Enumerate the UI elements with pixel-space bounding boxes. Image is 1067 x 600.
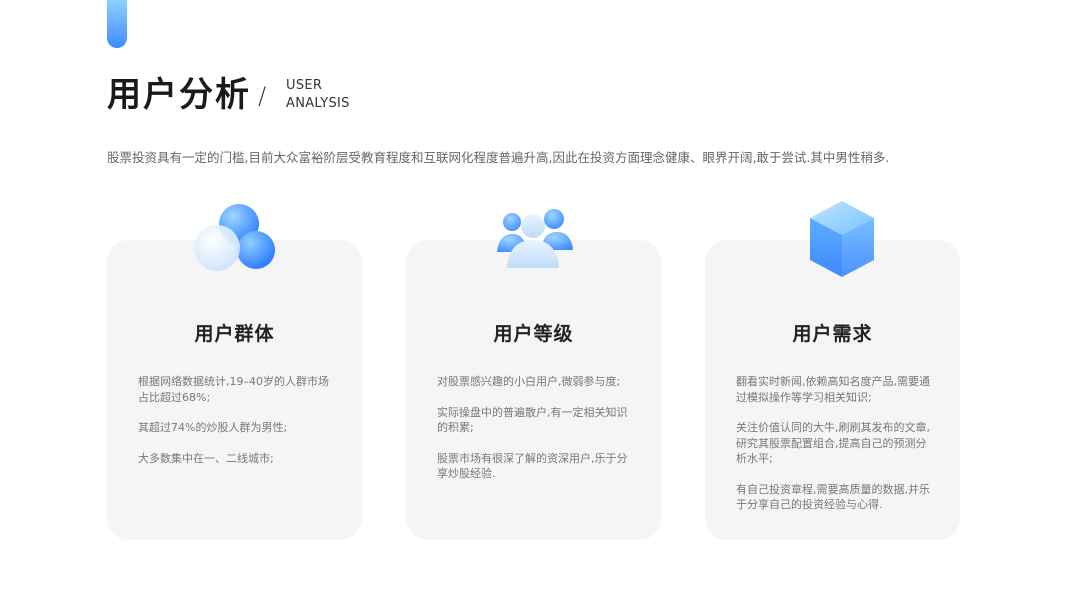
subtitle-line-1: USER bbox=[286, 78, 323, 93]
card-item: 股票市场有很深了解的资深用户,乐于分享炒股经验. bbox=[437, 451, 628, 481]
card-body: 对股票感兴趣的小白用户,微弱参与度; 实际操盘中的普遍散户,有一定相关知识的积累… bbox=[437, 374, 635, 497]
user-group-icon bbox=[495, 206, 575, 272]
card-item: 对股票感兴趣的小白用户,微弱参与度; bbox=[437, 375, 621, 388]
card-title: 用户需求 bbox=[792, 323, 873, 345]
card-title: 用户群体 bbox=[194, 323, 275, 345]
page-title: 用户分析 bbox=[107, 75, 251, 115]
title-separator: / bbox=[258, 82, 267, 110]
card-item: 根据网络数据统计,19–40岁的人群市场占比超过68%; bbox=[138, 375, 329, 404]
card-body: 根据网络数据统计,19–40岁的人群市场占比超过68%; 其超过74%的炒股人群… bbox=[138, 374, 336, 481]
card-item: 翻看实时新闻,依赖高知名度产品,需要通过模拟操作等学习相关知识; bbox=[736, 375, 930, 404]
slide: 用户分析 / USER ANALYSIS 股票投资具有一定的门槛,目前大众富裕阶… bbox=[0, 0, 1067, 600]
cube-icon bbox=[806, 199, 878, 279]
card-body: 翻看实时新闻,依赖高知名度产品,需要通过模拟操作等学习相关知识; 关注价值认同的… bbox=[736, 374, 934, 528]
card-user-group: 用户群体 根据网络数据统计,19–40岁的人群市场占比超过68%; 其超过74%… bbox=[107, 240, 362, 540]
card-user-level: 用户等级 对股票感兴趣的小白用户,微弱参与度; 实际操盘中的普遍散户,有一定相关… bbox=[406, 240, 661, 540]
page-subtitle: USER ANALYSIS bbox=[286, 77, 376, 113]
card-user-needs: 用户需求 翻看实时新闻,依赖高知名度产品,需要通过模拟操作等学习相关知识; 关注… bbox=[705, 240, 960, 540]
intro-text: 股票投资具有一定的门槛,目前大众富裕阶层受教育程度和互联网化程度普遍升高,因此在… bbox=[107, 150, 890, 165]
card-title: 用户等级 bbox=[493, 323, 574, 345]
card-item: 有自己投资章程,需要高质量的数据,并乐于分享自己的投资经验与心得. bbox=[736, 482, 930, 512]
top-accent-bar bbox=[107, 0, 127, 48]
card-item: 大多数集中在一、二线城市; bbox=[138, 451, 274, 465]
card-item: 实际操盘中的普遍散户,有一定相关知识的积累; bbox=[437, 405, 628, 435]
bubbles-icon bbox=[188, 202, 280, 274]
subtitle-line-2: ANALYSIS bbox=[286, 96, 350, 111]
card-item: 其超过74%的炒股人群为男性; bbox=[138, 421, 288, 434]
card-item: 关注价值认同的大牛,刷刷其发布的文章,研究其股票配置组合,提高自己的预测分析水平… bbox=[736, 421, 930, 465]
